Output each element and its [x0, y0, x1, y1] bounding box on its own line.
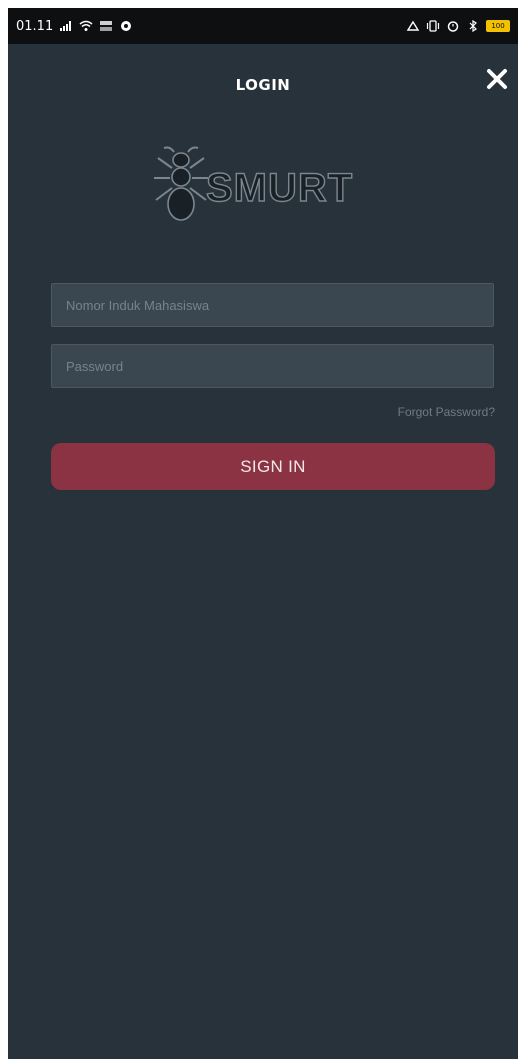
app-logo: SMURT — [150, 144, 390, 226]
wifi-icon — [79, 20, 93, 31]
bluetooth-icon — [469, 20, 477, 32]
notification-icon — [121, 21, 132, 31]
close-button[interactable] — [484, 66, 510, 92]
sign-in-label: SIGN IN — [240, 456, 306, 476]
signal-icon — [60, 21, 72, 31]
alarm-icon — [447, 21, 459, 32]
sign-in-button[interactable]: SIGN IN — [51, 443, 495, 490]
nim-input[interactable] — [51, 283, 494, 327]
status-bar-left: 01.11 — [16, 19, 133, 34]
ant-logo-icon — [154, 146, 208, 221]
login-screen: 01.11 100 LOGIN SMURT Nomor Induk Mahasi… — [8, 8, 518, 1059]
status-bar-right: 100 — [406, 20, 510, 32]
vibrate-icon — [426, 20, 440, 32]
password-input[interactable] — [51, 344, 494, 388]
status-bar: 01.11 100 — [8, 8, 518, 44]
page-title: LOGIN — [235, 76, 291, 94]
forgot-password-link[interactable]: Forgot Password? — [398, 405, 495, 419]
data-saver-icon — [406, 20, 420, 31]
battery-icon: 100 — [486, 20, 510, 32]
close-icon — [487, 69, 507, 89]
data-speed-icon — [100, 21, 113, 31]
logo-text: SMURT — [205, 165, 354, 210]
status-time: 01.11 — [16, 18, 54, 34]
